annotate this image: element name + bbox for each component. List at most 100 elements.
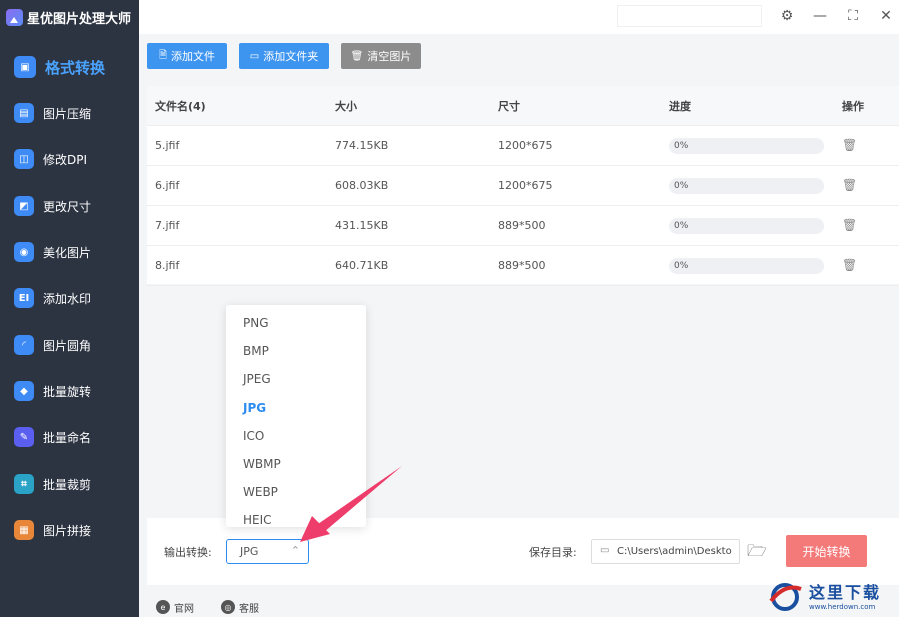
sidebar-item-3[interactable]: ◩ 更改尺寸 bbox=[0, 183, 139, 229]
delete-row-icon[interactable]: 🗑 bbox=[842, 178, 857, 192]
watermark-logo: 这里下载 www.herdown.com bbox=[765, 573, 899, 617]
table-row: 7.jfif 431.15KB 889*500 0% 🗑 bbox=[147, 206, 899, 246]
sidebar-item-8[interactable]: ✎ 批量命名 bbox=[0, 414, 139, 460]
file-name-cell: 6.jfif bbox=[155, 179, 180, 192]
dpi-icon: ◫ bbox=[14, 149, 34, 169]
trash-icon: 🗑 bbox=[350, 50, 364, 62]
sidebar-item-0[interactable]: ▣ 格式转换 bbox=[0, 44, 139, 90]
round-corner-icon: ◜ bbox=[14, 335, 34, 355]
sidebar-item-label: 美化图片 bbox=[43, 245, 92, 260]
clear-images-button[interactable]: 🗑 清空图片 bbox=[341, 43, 421, 69]
format-option-jpg[interactable]: JPG bbox=[243, 401, 266, 415]
sidebar-item-label: 图片拼接 bbox=[43, 523, 92, 538]
sidebar-item-5[interactable]: EI 添加水印 bbox=[0, 275, 139, 321]
sidebar-item-6[interactable]: ◜ 图片圆角 bbox=[0, 322, 139, 368]
progress-bar: 0% bbox=[669, 138, 824, 154]
sidebar-item-label: 图片圆角 bbox=[43, 338, 92, 353]
sidebar-item-9[interactable]: ⌗ 批量裁剪 bbox=[0, 461, 139, 507]
support-link[interactable]: ◎ 客服 bbox=[221, 600, 259, 615]
delete-row-icon[interactable]: 🗑 bbox=[842, 138, 857, 152]
file-dimensions-cell: 1200*675 bbox=[498, 139, 553, 152]
start-convert-button[interactable]: 开始转换 bbox=[786, 535, 867, 567]
sidebar: 星优图片处理大师 ▣ 格式转换 ▤ 图片压缩 ◫ 修改DPI ◩ 更改尺寸 ◉ 美化图片 EI 添加水… bbox=[0, 0, 139, 617]
output-format-label: 输出转换: bbox=[164, 546, 212, 559]
progress-bar: 0% bbox=[669, 178, 824, 194]
col-progress-header: 进度 bbox=[669, 99, 691, 113]
file-name-cell: 5.jfif bbox=[155, 139, 180, 152]
crop-icon: ⌗ bbox=[14, 474, 34, 494]
col-size-header: 大小 bbox=[335, 99, 357, 113]
close-icon[interactable]: ✕ bbox=[876, 6, 896, 26]
add-file-label: 添加文件 bbox=[171, 50, 216, 63]
app-title-bar: 星优图片处理大师 bbox=[0, 0, 139, 34]
settings-icon[interactable]: ⚙ bbox=[777, 6, 797, 26]
sidebar-item-label: 批量裁剪 bbox=[43, 477, 92, 492]
file-dimensions-cell: 1200*675 bbox=[498, 179, 553, 192]
table-row: 5.jfif 774.15KB 1200*675 0% 🗑 bbox=[147, 126, 899, 166]
sidebar-item-1[interactable]: ▤ 图片压缩 bbox=[0, 90, 139, 136]
sidebar-item-label: 批量旋转 bbox=[43, 384, 92, 399]
format-option-bmp[interactable]: BMP bbox=[243, 344, 269, 358]
output-format-value: JPG bbox=[240, 545, 259, 558]
title-bar: ⚙ — ⛶ ✕ bbox=[139, 0, 899, 34]
delete-row-icon[interactable]: 🗑 bbox=[842, 218, 857, 232]
title-search-box[interactable] bbox=[617, 5, 762, 27]
file-size-cell: 640.71KB bbox=[335, 259, 389, 272]
format-option-jpeg[interactable]: JPEG bbox=[243, 372, 271, 386]
sidebar-item-label: 图片压缩 bbox=[43, 106, 92, 121]
resize-icon: ◩ bbox=[14, 196, 34, 216]
watermark-swoosh-icon bbox=[769, 583, 802, 611]
table-row: 6.jfif 608.03KB 1200*675 0% 🗑 bbox=[147, 166, 899, 206]
sidebar-item-4[interactable]: ◉ 美化图片 bbox=[0, 229, 139, 275]
file-icon: 🗎 bbox=[158, 49, 168, 61]
folder-outline-icon: ▭ bbox=[600, 545, 610, 556]
add-folder-button[interactable]: ▭ 添加文件夹 bbox=[239, 43, 329, 69]
sidebar-item-10[interactable]: ▦ 图片拼接 bbox=[0, 507, 139, 553]
sidebar-item-7[interactable]: ◆ 批量旋转 bbox=[0, 368, 139, 414]
rotate-icon: ◆ bbox=[14, 381, 34, 401]
file-size-cell: 431.15KB bbox=[335, 219, 389, 232]
save-dir-label: 保存目录: bbox=[529, 546, 577, 559]
website-link[interactable]: e 官网 bbox=[156, 600, 194, 615]
file-size-cell: 774.15KB bbox=[335, 139, 389, 152]
table-header: 文件名(4) 大小 尺寸 进度 操作 bbox=[147, 86, 899, 126]
minimize-icon[interactable]: — bbox=[810, 6, 830, 26]
add-folder-label: 添加文件夹 bbox=[263, 50, 319, 63]
file-table: 文件名(4) 大小 尺寸 进度 操作 5.jfif 774.15KB 1200*67… bbox=[147, 86, 899, 286]
sidebar-item-2[interactable]: ◫ 修改DPI bbox=[0, 136, 139, 182]
file-dimensions-cell: 889*500 bbox=[498, 259, 546, 272]
format-option-wbmp[interactable]: WBMP bbox=[243, 457, 281, 471]
format-option-heic[interactable]: HEIC bbox=[243, 513, 272, 527]
website-label: 官网 bbox=[174, 603, 194, 615]
annotation-arrow-icon bbox=[300, 466, 402, 542]
file-name-cell: 7.jfif bbox=[155, 219, 180, 232]
app-title: 星优图片处理大师 bbox=[27, 11, 132, 27]
format-option-webp[interactable]: WEBP bbox=[243, 485, 278, 499]
format-option-ico[interactable]: ICO bbox=[243, 429, 264, 443]
sidebar-item-label: 添加水印 bbox=[43, 291, 92, 306]
progress-bar: 0% bbox=[669, 258, 824, 274]
format-option-png[interactable]: PNG bbox=[243, 316, 269, 330]
file-dimensions-cell: 889*500 bbox=[498, 219, 546, 232]
add-file-button[interactable]: 🗎 添加文件 bbox=[147, 43, 227, 69]
rename-icon: ✎ bbox=[14, 427, 34, 447]
open-folder-icon[interactable]: 🗁 bbox=[747, 540, 767, 567]
sidebar-item-label: 更改尺寸 bbox=[43, 199, 92, 214]
stitch-icon: ▦ bbox=[14, 520, 34, 540]
app-logo-icon bbox=[6, 8, 23, 26]
sidebar-item-label: 格式转换 bbox=[45, 58, 106, 77]
save-path-input[interactable]: ▭ C:\Users\admin\Deskto bbox=[591, 539, 740, 564]
sidebar-item-label: 批量命名 bbox=[43, 430, 92, 445]
col-actions-header: 操作 bbox=[842, 99, 864, 113]
beautify-icon: ◉ bbox=[14, 242, 34, 262]
browser-icon: e bbox=[156, 600, 170, 614]
support-label: 客服 bbox=[239, 603, 259, 615]
maximize-icon[interactable]: ⛶ bbox=[843, 6, 863, 26]
clear-images-label: 清空图片 bbox=[367, 50, 412, 63]
watermark-text: 这里下载 bbox=[809, 583, 882, 602]
table-row: 8.jfif 640.71KB 889*500 0% 🗑 bbox=[147, 246, 899, 286]
compress-icon: ▤ bbox=[14, 103, 34, 123]
watermark-icon: EI bbox=[14, 288, 34, 308]
delete-row-icon[interactable]: 🗑 bbox=[842, 258, 857, 272]
folder-icon: ▭ bbox=[249, 50, 260, 62]
